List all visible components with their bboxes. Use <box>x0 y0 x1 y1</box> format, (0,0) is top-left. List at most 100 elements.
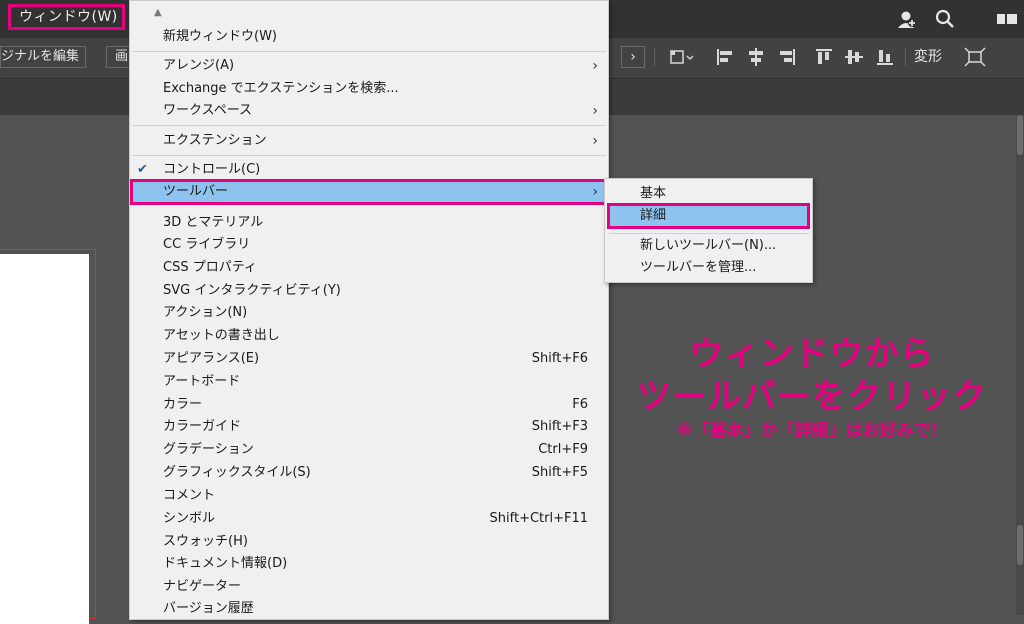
menu-item-toolbar[interactable]: ツールバー › <box>130 179 608 205</box>
menu-item-arrange[interactable]: アレンジ(A) › <box>130 55 608 77</box>
menu-item-shortcut: F6 <box>572 397 588 412</box>
menu-item-label: 3D とマテリアル <box>163 215 264 230</box>
transform-button[interactable]: 変形 <box>914 46 942 68</box>
menu-item-label: Exchange でエクステンションを検索... <box>163 81 399 96</box>
chevron-right-icon: › <box>592 133 598 149</box>
menu-item-color[interactable]: カラー F6 <box>130 394 608 416</box>
menu-item-label: バージョン履歴 <box>163 601 254 616</box>
menu-item-graphic-styles[interactable]: グラフィックスタイル(S) Shift+F5 <box>130 462 608 484</box>
scrollbar-thumb[interactable] <box>1017 115 1023 155</box>
menu-item-document-info[interactable]: ドキュメント情報(D) <box>130 553 608 575</box>
menu-item-gradient[interactable]: グラデーション Ctrl+F9 <box>130 439 608 461</box>
menu-item-shortcut: Shift+Ctrl+F11 <box>489 511 588 526</box>
menu-item-label: 新規ウィンドウ(W) <box>163 29 277 44</box>
menu-item-control[interactable]: ✔ コントロール(C) <box>130 159 608 181</box>
chevron-right-button[interactable]: › <box>621 46 645 68</box>
chevron-right-icon: › <box>592 103 598 119</box>
align-to-icon[interactable] <box>668 47 698 67</box>
align-right-icon[interactable] <box>776 47 798 67</box>
align-vertical-center-icon[interactable] <box>843 47 865 67</box>
align-bottom-icon[interactable] <box>874 47 896 67</box>
submenu-item-manage-toolbars[interactable]: ツールバーを管理... <box>607 257 810 279</box>
menu-item-label: SVG インタラクティビティ(Y) <box>163 283 341 298</box>
menu-item-label: ドキュメント情報(D) <box>163 556 288 571</box>
submenu-item-label: 詳細 <box>640 208 667 223</box>
menu-item-label: コメント <box>163 488 216 503</box>
scrollbar-thumb[interactable] <box>1017 525 1023 565</box>
menu-separator <box>132 125 606 126</box>
menu-item-asset-export[interactable]: アセットの書き出し <box>130 325 608 347</box>
menu-item-label: ツールバー <box>163 184 229 199</box>
menu-item-label: エクステンション <box>163 133 267 148</box>
isolate-icon[interactable] <box>964 47 986 67</box>
menu-item-label: アセットの書き出し <box>163 328 280 343</box>
menu-separator <box>609 233 809 234</box>
menu-item-svg-interactivity[interactable]: SVG インタラクティビティ(Y) <box>130 280 608 302</box>
submenu-item-label: 基本 <box>640 186 667 201</box>
menu-item-shortcut: Ctrl+F9 <box>538 442 588 457</box>
submenu-item-advanced[interactable]: 詳細 <box>607 203 810 229</box>
menu-item-label: アートボード <box>163 374 241 389</box>
submenu-item-label: 新しいツールバー(N)... <box>640 238 777 253</box>
menu-item-label: CSS プロパティ <box>163 260 257 275</box>
divider <box>654 48 655 66</box>
window-menu-title[interactable]: ウィンドウ(W) <box>8 4 125 30</box>
chevron-right-icon: › <box>592 184 598 200</box>
align-left-icon[interactable] <box>714 47 736 67</box>
align-top-icon[interactable] <box>813 47 835 67</box>
menu-item-label: コントロール(C) <box>163 162 261 177</box>
menu-item-new-window[interactable]: 新規ウィンドウ(W) <box>130 26 608 48</box>
submenu-item-basic[interactable]: 基本 <box>607 183 810 205</box>
divider <box>905 48 906 66</box>
menu-item-navigator[interactable]: ナビゲーター <box>130 576 608 598</box>
menu-item-shortcut: Shift+F5 <box>531 465 588 480</box>
align-horizontal-center-icon[interactable] <box>745 47 767 67</box>
scroll-up-icon[interactable]: ▲ <box>154 7 162 19</box>
menu-item-label: シンボル <box>163 511 216 526</box>
toolbar-submenu: 基本 詳細 新しいツールバー(N)... ツールバーを管理... <box>604 178 813 283</box>
menu-item-css-properties[interactable]: CSS プロパティ <box>130 257 608 279</box>
menu-item-comments[interactable]: コメント <box>130 485 608 507</box>
menu-item-label: スウォッチ(H) <box>163 534 248 549</box>
menu-item-exchange-search[interactable]: Exchange でエクステンションを検索... <box>130 78 608 100</box>
artboard[interactable] <box>0 254 89 624</box>
menu-item-symbols[interactable]: シンボル Shift+Ctrl+F11 <box>130 508 608 530</box>
menu-item-cc-libraries[interactable]: CC ライブラリ <box>130 234 608 256</box>
menu-item-appearance[interactable]: アピアランス(E) Shift+F6 <box>130 348 608 370</box>
menu-item-label: アピアランス(E) <box>163 351 260 366</box>
menu-item-label: グラデーション <box>163 442 254 457</box>
checkmark-icon: ✔ <box>137 162 148 177</box>
menu-item-label: ワークスペース <box>163 103 253 118</box>
menu-item-label: アレンジ(A) <box>163 58 235 73</box>
menu-item-workspace[interactable]: ワークスペース › <box>130 100 608 122</box>
menu-item-label: CC ライブラリ <box>163 237 251 252</box>
menu-separator <box>132 51 606 52</box>
annotation-line-3: ※「基本」か「詳細」はお好みで！ <box>676 421 948 441</box>
annotation-line-2: ツールバーをクリック <box>637 377 987 417</box>
menu-item-shortcut: Shift+F3 <box>531 419 588 434</box>
menu-item-label: カラーガイド <box>163 419 242 434</box>
menu-item-actions[interactable]: アクション(N) <box>130 302 608 324</box>
chevron-right-icon: › <box>592 58 598 74</box>
menu-item-color-guide[interactable]: カラーガイド Shift+F3 <box>130 416 608 438</box>
menu-item-3d-materials[interactable]: 3D とマテリアル <box>130 212 608 234</box>
vertical-scrollbar[interactable] <box>1016 115 1024 615</box>
menu-item-label: アクション(N) <box>163 305 248 320</box>
menu-item-label: グラフィックスタイル(S) <box>163 465 311 480</box>
panel-layout-icon[interactable] <box>996 9 1018 29</box>
menu-item-artboards[interactable]: アートボード <box>130 371 608 393</box>
menu-item-label: ナビゲーター <box>163 579 242 594</box>
window-menu-dropdown: ▲ 新規ウィンドウ(W) アレンジ(A) › Exchange でエクステンション… <box>129 0 609 620</box>
menu-item-label: カラー <box>163 397 203 412</box>
menu-item-swatches[interactable]: スウォッチ(H) <box>130 531 608 553</box>
user-add-icon[interactable] <box>896 9 918 29</box>
search-icon[interactable] <box>934 9 956 29</box>
menu-separator <box>132 155 606 156</box>
menu-item-shortcut: Shift+F6 <box>531 351 588 366</box>
menu-item-version-history[interactable]: バージョン履歴 <box>130 598 608 620</box>
menu-item-extensions[interactable]: エクステンション › <box>130 130 608 152</box>
submenu-item-label: ツールバーを管理... <box>640 260 757 275</box>
edit-original-button[interactable]: ジナルを編集 <box>0 46 86 68</box>
annotation-line-1: ウィンドウから <box>689 334 935 374</box>
submenu-item-new-toolbar[interactable]: 新しいツールバー(N)... <box>607 235 810 257</box>
